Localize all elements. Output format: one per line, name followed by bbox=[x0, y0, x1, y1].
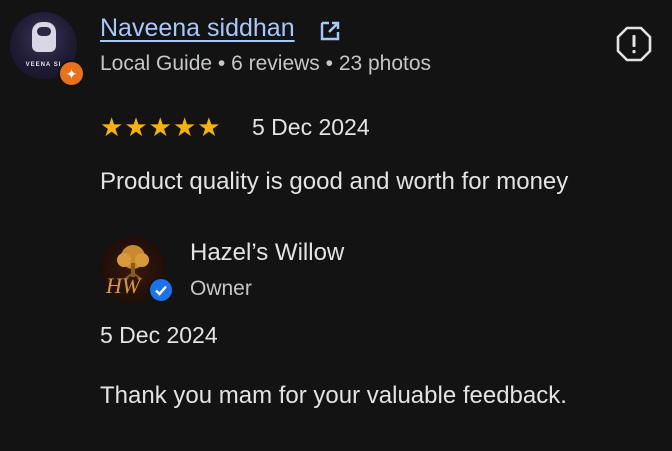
external-link-icon[interactable] bbox=[318, 19, 342, 43]
reply-date: 5 Dec 2024 bbox=[100, 322, 218, 348]
star-icon: ★ bbox=[197, 112, 221, 142]
report-icon[interactable] bbox=[616, 26, 652, 62]
owner-avatar: HW bbox=[100, 237, 174, 303]
star-icon: ★ bbox=[100, 112, 124, 142]
owner-name: Hazel’s Willow bbox=[190, 239, 345, 266]
reviewer-meta: Local Guide • 6 reviews • 23 photos bbox=[100, 52, 432, 75]
review-date: 5 Dec 2024 bbox=[252, 114, 370, 140]
star-rating: ★ ★ ★ ★ ★ bbox=[100, 112, 221, 142]
review-text: Product quality is good and worth for mo… bbox=[100, 168, 569, 195]
star-icon: ★ bbox=[148, 112, 172, 142]
owner-role: Owner bbox=[190, 277, 252, 300]
verified-check-icon bbox=[148, 277, 174, 303]
reviewer-name-link[interactable]: Naveena siddhan bbox=[100, 14, 295, 43]
reviewer-avatar[interactable]: VEENA SI ✦ bbox=[10, 12, 85, 87]
reply-text: Thank you mam for your valuable feedback… bbox=[100, 382, 567, 409]
star-icon: ★ bbox=[124, 112, 148, 142]
owner-monogram: HW bbox=[106, 273, 141, 298]
star-icon: ★ bbox=[172, 112, 197, 142]
local-guide-badge-icon: ✦ bbox=[58, 60, 85, 87]
